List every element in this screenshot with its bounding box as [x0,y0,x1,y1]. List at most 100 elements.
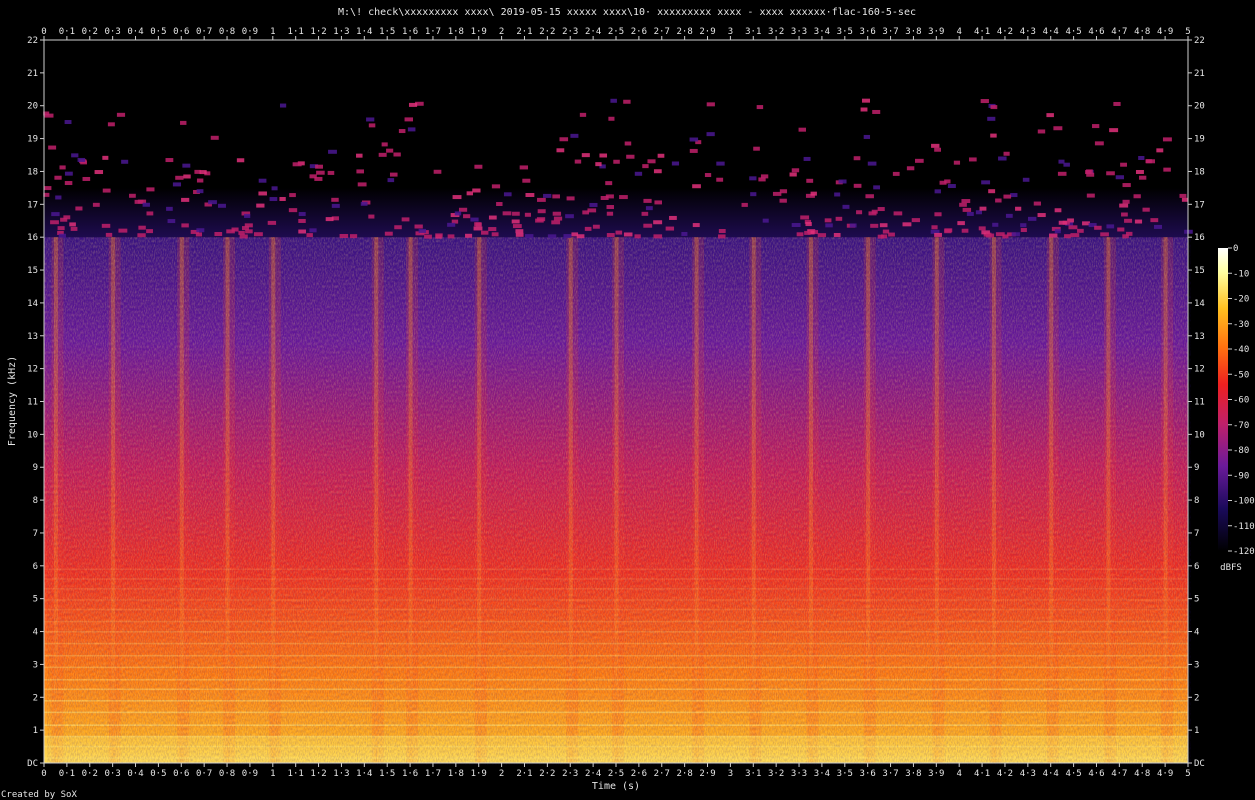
hf-blob [824,218,832,223]
hf-blob [502,211,512,216]
hf-blob [559,137,569,142]
hf-blob [634,171,643,176]
hf-blob [600,196,609,201]
hf-blob [424,234,432,239]
hf-blob [433,169,442,174]
hf-blob [1005,213,1013,218]
hf-blob [718,234,726,239]
hf-blob [592,224,600,229]
hf-blob [716,177,724,182]
hf-blob [64,120,72,125]
y-tick-label: 7 [33,529,38,539]
hf-blob [418,228,427,233]
hf-blob [44,113,54,118]
x-tick-label: 1·2 [310,27,326,37]
x-tick-label: 0 [41,27,46,37]
hf-blob [146,229,153,234]
x-tick-label: 4·1 [974,27,990,37]
x-tick-label: 3·5 [837,769,853,779]
x-tick-label: 4·2 [997,27,1013,37]
hf-blob [838,179,847,184]
hf-blob [116,112,126,117]
hf-blob [269,197,278,202]
y-tick-label: 12 [27,365,38,375]
hf-blob [208,200,217,205]
hf-blob [474,164,483,169]
hf-blob [121,159,129,164]
x-tick-label: 4·8 [1134,27,1150,37]
x-tick-label: 1 [270,27,275,37]
hf-blob [1027,216,1037,221]
hf-blob [1086,172,1095,177]
x-tick-label: 3 [728,27,733,37]
hf-blob [962,207,972,212]
x-tick-label: 4·6 [1088,27,1104,37]
x-tick-label: 3 [728,769,733,779]
hf-blob [599,153,608,158]
hf-blob [356,153,363,158]
hf-blob [579,112,587,117]
x-tick-label: 2·5 [608,769,624,779]
y-tick-label: 20 [1194,102,1205,112]
colorbar-tick-label: -100 [1233,497,1255,507]
hf-blob [1022,177,1030,182]
hf-blob [798,127,807,132]
x-tick-label: 1·4 [356,769,372,779]
hf-blob [331,203,340,208]
hf-blob [315,164,323,169]
hf-blob [1121,212,1128,217]
x-tick-label: 1·4 [356,27,372,37]
hf-blob [180,120,187,125]
y-tick-label: 11 [27,398,38,408]
hf-blob [327,170,335,175]
hf-blob [961,228,969,233]
hf-blob [69,222,76,227]
hf-blob [543,193,552,198]
hf-blob [1134,219,1143,224]
hf-blob [357,182,367,187]
hf-blob [1119,203,1129,208]
hf-blob [1064,234,1071,239]
hf-blob [289,193,296,198]
hf-blob [608,116,615,121]
speckle-texture-dark [47,239,1191,765]
y-tick-label: 1 [33,726,38,736]
hf-blob [102,188,111,193]
y-tick-label: 7 [1194,529,1199,539]
hf-blob [196,189,204,194]
hf-blob [871,209,878,214]
y-tick-label: 19 [27,135,38,145]
hf-blob [196,228,205,233]
hf-blob [1125,231,1133,236]
y-tick-label: 14 [27,299,38,309]
hf-blob [306,233,313,238]
hf-blob [934,212,942,217]
hf-blob [645,206,653,211]
x-tick-label: 0·1 [59,27,75,37]
hf-blob [1117,227,1125,232]
hf-blob [258,178,267,183]
x-tick-label: 3·6 [860,769,876,779]
x-tick-label: 4·3 [1020,769,1036,779]
hf-blob [750,192,757,197]
hf-blob [643,198,652,203]
hf-blob [613,159,620,164]
hf-blob [166,206,173,211]
hf-blob [182,163,191,168]
hf-blob [574,159,582,164]
hf-blob [292,162,302,167]
hf-blob [279,196,286,201]
hf-blob [146,187,155,192]
hf-blob [911,218,920,223]
x-tick-label: 3·1 [745,769,761,779]
y-tick-label: 2 [1194,693,1199,703]
x-tick-label: 0·7 [196,769,212,779]
hf-blob [605,181,613,186]
hf-blob [1068,225,1078,230]
x-tick-label: 3·6 [860,27,876,37]
hf-blob [796,232,804,237]
hf-blob [623,99,631,104]
hf-blob [512,224,522,229]
hf-blob [48,145,57,150]
hf-blob [606,211,614,216]
